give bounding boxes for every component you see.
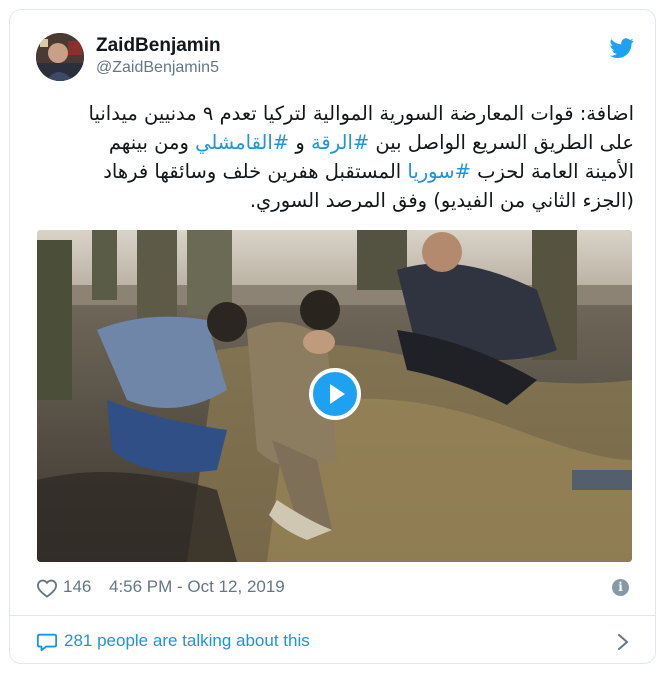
tweet-line: (الجزء الثاني من الفيديو) وفق المرصد الس… — [249, 189, 634, 212]
user-handle[interactable]: @ZaidBenjamin5 — [96, 59, 219, 77]
hashtag-link-qamishli[interactable]: #القامشلي — [195, 131, 289, 154]
speech-bubble-icon — [36, 633, 58, 652]
twitter-bird-icon[interactable] — [610, 36, 634, 60]
hashtag-link-raqqa[interactable]: #الرقة — [311, 131, 369, 154]
avatar[interactable] — [36, 33, 84, 81]
tweet-line: اضافة: قوات المعارضة السورية الموالية لت… — [88, 102, 634, 125]
play-icon — [330, 384, 345, 404]
tweet-text-segment: المستقبل هفرين خلف وسائقها فرهاد — [103, 160, 408, 183]
hashtag-link-syria[interactable]: #سوريا — [407, 160, 471, 183]
tweet-meta: 146 4:56 PM - Oct 12, 2019 i — [36, 576, 636, 600]
tweet-card[interactable]: ZaidBenjamin @ZaidBenjamin5 اضافة: قوات … — [9, 9, 656, 664]
like-count[interactable]: 146 — [63, 577, 91, 597]
chevron-right-icon[interactable] — [616, 633, 630, 651]
avatar-photo — [36, 33, 84, 81]
display-name[interactable]: ZaidBenjamin — [96, 35, 221, 57]
info-icon[interactable]: i — [612, 579, 629, 596]
tweet-text-segment: ومن بينهم — [108, 131, 196, 154]
tweet-text-segment: الأمينة العامة لحزب — [470, 160, 634, 183]
tweet-line: الأمينة العامة لحزب #سوريا المستقبل هفري… — [34, 157, 634, 186]
timestamp-link[interactable]: 4:56 PM - Oct 12, 2019 — [109, 577, 285, 597]
video-thumbnail[interactable] — [37, 230, 632, 562]
tweet-text-segment: و — [289, 131, 311, 154]
divider — [10, 615, 655, 616]
heart-icon[interactable] — [36, 578, 58, 598]
play-button[interactable] — [309, 368, 361, 420]
tweet-line: على الطريق السريع الواصل بين #الرقة و #ا… — [34, 128, 634, 157]
tweet-text: اضافة: قوات المعارضة السورية الموالية لت… — [34, 99, 634, 215]
conversation-link[interactable]: 281 people are talking about this — [36, 630, 636, 654]
conversation-count-text[interactable]: 281 people are talking about this — [64, 631, 310, 651]
tweet-text-segment: على الطريق السريع الواصل بين — [369, 131, 634, 154]
